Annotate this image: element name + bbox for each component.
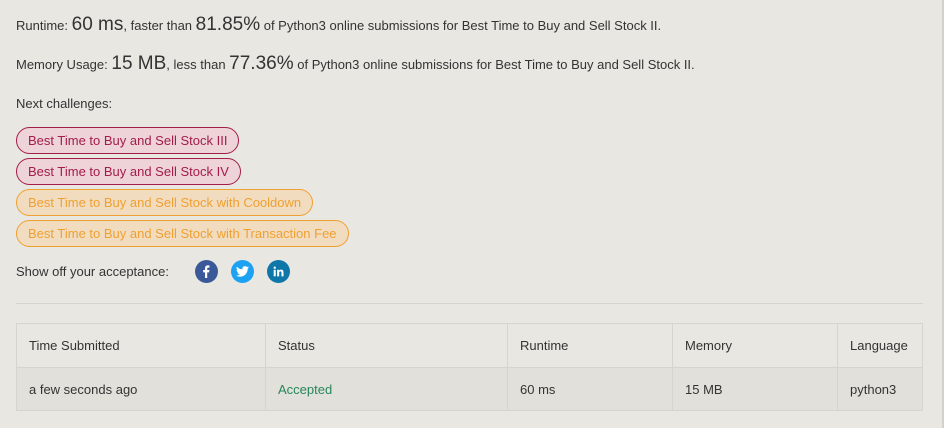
header-language: Language [837,323,923,368]
challenge-chip-stock-cooldown[interactable]: Best Time to Buy and Sell Stock with Coo… [16,189,314,216]
share-section: Show off your acceptance: [16,259,303,283]
challenge-chip-stock-transaction-fee[interactable]: Best Time to Buy and Sell Stock with Tra… [16,220,349,247]
memory-mid: , less than [166,57,230,72]
table-row: a few seconds ago Accepted 60 ms 15 MB p… [16,367,923,411]
cell-runtime: 60 ms [507,367,673,411]
divider [16,303,923,304]
header-memory: Memory [672,323,838,368]
submission-result-panel: Runtime: 60 ms, faster than 81.85% of Py… [0,0,944,428]
twitter-icon[interactable] [230,259,254,283]
memory-value: 15 MB [111,53,167,74]
cell-memory: 15 MB [672,367,838,411]
memory-stat: Memory Usage: 15 MB, less than 77.36% of… [16,53,695,75]
runtime-label: Runtime: [16,18,72,33]
runtime-mid: , faster than [123,18,196,33]
runtime-value: 60 ms [71,14,124,35]
header-time-submitted: Time Submitted [16,323,266,368]
runtime-suffix: of Python3 online submissions for Best T… [260,18,662,33]
memory-percent: 77.36% [229,53,294,74]
memory-label: Memory Usage: [16,57,112,72]
cell-time-submitted: a few seconds ago [16,367,266,411]
submissions-table: Time Submitted Status Runtime Memory Lan… [16,323,923,411]
header-runtime: Runtime [507,323,673,368]
runtime-stat: Runtime: 60 ms, faster than 81.85% of Py… [16,14,661,36]
runtime-percent: 81.85% [195,14,261,35]
challenge-chip-stock-iii[interactable]: Best Time to Buy and Sell Stock III [16,127,240,154]
status-accepted-link[interactable]: Accepted [278,382,332,397]
next-challenges-label: Next challenges: [16,96,113,111]
linkedin-icon[interactable] [266,259,290,283]
cell-status: Accepted [265,367,508,411]
share-label: Show off your acceptance: [16,263,169,279]
challenge-chip-stock-iv[interactable]: Best Time to Buy and Sell Stock IV [16,158,241,185]
header-status: Status [265,323,508,368]
cell-language: python3 [837,367,923,411]
next-challenges-list: Best Time to Buy and Sell Stock III Best… [16,127,349,251]
table-header-row: Time Submitted Status Runtime Memory Lan… [16,323,923,368]
facebook-icon[interactable] [194,259,218,283]
memory-suffix: of Python3 online submissions for Best T… [293,57,695,72]
